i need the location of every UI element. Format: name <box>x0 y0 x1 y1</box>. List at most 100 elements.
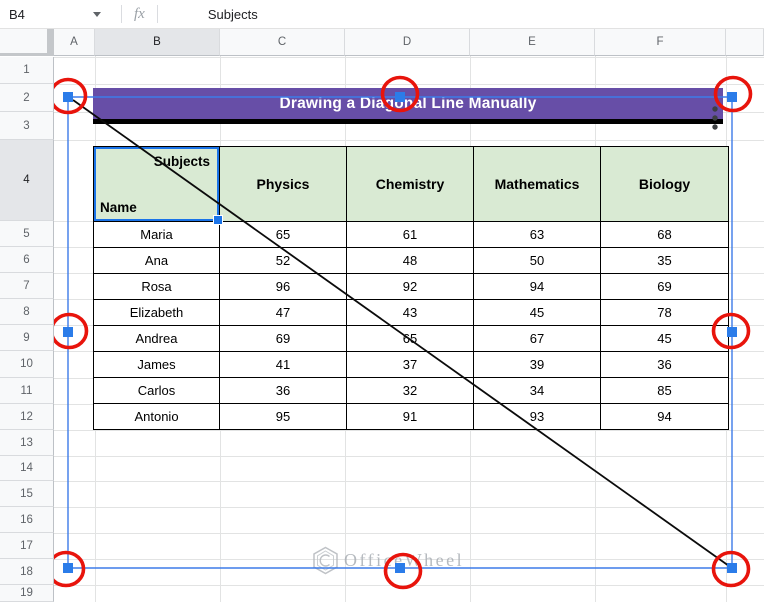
table-cell-name[interactable]: Antonio <box>93 403 220 430</box>
divider <box>121 5 122 23</box>
row-header-4[interactable]: 4 <box>0 140 54 221</box>
table-cell[interactable]: 92 <box>346 273 474 300</box>
row-header-6[interactable]: 6 <box>0 247 54 273</box>
row-header-1[interactable]: 1 <box>0 57 54 84</box>
row-header-5[interactable]: 5 <box>0 221 54 247</box>
row-header-19[interactable]: 19 <box>0 585 54 602</box>
table-cell[interactable]: 41 <box>219 351 347 378</box>
selection-handle-top-right[interactable] <box>727 92 737 102</box>
data-table: Subjects Name Physics Chemistry Mathematic… <box>93 146 729 430</box>
table-row: Elizabeth 47 43 45 78 <box>93 299 729 326</box>
select-all-corner[interactable] <box>0 28 54 56</box>
selection-handle-bottom-right[interactable] <box>727 563 737 573</box>
selected-cell-b4[interactable]: Subjects Name <box>93 146 223 225</box>
corner-label-name: Name <box>100 200 137 215</box>
table-cell[interactable]: 34 <box>473 377 601 404</box>
column-header-C[interactable]: C <box>220 28 345 56</box>
row-header-7[interactable]: 7 <box>0 273 54 299</box>
table-cell[interactable]: 45 <box>473 299 601 326</box>
table-cell[interactable]: 96 <box>219 273 347 300</box>
cell-reference: B4 <box>9 6 25 22</box>
table-header-cell[interactable]: Chemistry <box>346 146 474 222</box>
table-cell[interactable]: 36 <box>219 377 347 404</box>
table-row: Ana 52 48 50 35 <box>93 247 729 274</box>
table-cell[interactable]: 91 <box>346 403 474 430</box>
table-cell-name[interactable]: James <box>93 351 220 378</box>
table-row: Andrea 69 65 67 45 <box>93 325 729 352</box>
row-header-9[interactable]: 9 <box>0 325 54 351</box>
table-cell[interactable]: 45 <box>600 325 729 352</box>
table-cell[interactable]: 37 <box>346 351 474 378</box>
table-cell[interactable]: 95 <box>219 403 347 430</box>
row-header-11[interactable]: 11 <box>0 378 54 404</box>
table-cell[interactable]: 94 <box>473 273 601 300</box>
row-header-13[interactable]: 13 <box>0 430 54 456</box>
table-cell[interactable]: 52 <box>219 247 347 274</box>
table-cell-name[interactable]: Maria <box>93 221 220 248</box>
row-header-2[interactable]: 2 <box>0 84 54 112</box>
row-header-10[interactable]: 10 <box>0 351 54 378</box>
table-cell[interactable]: 48 <box>346 247 474 274</box>
fill-handle[interactable] <box>213 215 223 225</box>
table-cell[interactable]: 36 <box>600 351 729 378</box>
table-cell-name[interactable]: Carlos <box>93 377 220 404</box>
table-cell[interactable]: 69 <box>219 325 347 352</box>
table-cell[interactable]: 63 <box>473 221 601 248</box>
table-cell[interactable]: 35 <box>600 247 729 274</box>
spreadsheet-app: B4 fx Subjects Drawing a Diagonal Line M… <box>0 0 764 602</box>
column-header-partial[interactable] <box>726 28 764 56</box>
row-header-17[interactable]: 17 <box>0 533 54 559</box>
row-header-18[interactable]: 18 <box>0 559 54 585</box>
formula-bar: B4 fx Subjects <box>0 0 764 29</box>
column-header-D[interactable]: D <box>345 28 470 56</box>
table-cell[interactable]: 43 <box>346 299 474 326</box>
chevron-down-icon[interactable] <box>93 11 101 17</box>
table-cell[interactable]: 93 <box>473 403 601 430</box>
watermark-text: OfficeWheel <box>344 550 465 570</box>
table-header-cell[interactable]: Physics <box>219 146 347 222</box>
table-header-cell[interactable]: Mathematics <box>473 146 601 222</box>
table-cell[interactable]: 61 <box>346 221 474 248</box>
table-row: Carlos 36 32 34 85 <box>93 377 729 404</box>
formula-input[interactable]: Subjects <box>208 7 258 22</box>
officewheel-logo-icon <box>313 546 338 575</box>
table-cell[interactable]: 94 <box>600 403 729 430</box>
table-cell[interactable]: 47 <box>219 299 347 326</box>
table-cell[interactable]: 68 <box>600 221 729 248</box>
name-box[interactable]: B4 <box>0 0 109 28</box>
table-cell[interactable]: 67 <box>473 325 601 352</box>
table-cell[interactable]: 85 <box>600 377 729 404</box>
column-header-F[interactable]: F <box>595 28 726 56</box>
table-header-cell[interactable]: Biology <box>600 146 729 222</box>
table-cell[interactable]: 39 <box>473 351 601 378</box>
title-banner-cell[interactable]: Drawing a Diagonal Line Manually <box>93 88 723 124</box>
row-header-16[interactable]: 16 <box>0 507 54 533</box>
banner-title: Drawing a Diagonal Line Manually <box>279 94 537 112</box>
table-cell[interactable]: 69 <box>600 273 729 300</box>
table-cell[interactable]: 50 <box>473 247 601 274</box>
table-cell[interactable]: 78 <box>600 299 729 326</box>
row-header-15[interactable]: 15 <box>0 481 54 507</box>
row-header-14[interactable]: 14 <box>0 456 54 481</box>
table-cell[interactable]: 32 <box>346 377 474 404</box>
table-cell-name[interactable]: Andrea <box>93 325 220 352</box>
table-cell[interactable]: 65 <box>219 221 347 248</box>
selection-handle-top-left[interactable] <box>63 92 73 102</box>
table-row: James 41 37 39 36 <box>93 351 729 378</box>
table-cell-name[interactable]: Ana <box>93 247 220 274</box>
drawing-options-menu-icon[interactable] <box>712 124 718 130</box>
column-header-E[interactable]: E <box>470 28 595 56</box>
corner-label-subjects: Subjects <box>153 154 210 169</box>
row-header-8[interactable]: 8 <box>0 299 54 325</box>
divider <box>156 5 158 23</box>
selection-handle-bottom-left[interactable] <box>63 563 73 573</box>
table-cell-name[interactable]: Rosa <box>93 273 220 300</box>
row-header-12[interactable]: 12 <box>0 404 54 430</box>
table-cell[interactable]: 65 <box>346 325 474 352</box>
row-header-3[interactable]: 3 <box>0 112 54 140</box>
table-cell-name[interactable]: Elizabeth <box>93 299 220 326</box>
annotation-circle-middle-left <box>49 312 89 350</box>
selection-handle-middle-left[interactable] <box>63 327 73 337</box>
column-header-B[interactable]: B <box>95 28 220 56</box>
column-header-A[interactable]: A <box>54 28 95 56</box>
